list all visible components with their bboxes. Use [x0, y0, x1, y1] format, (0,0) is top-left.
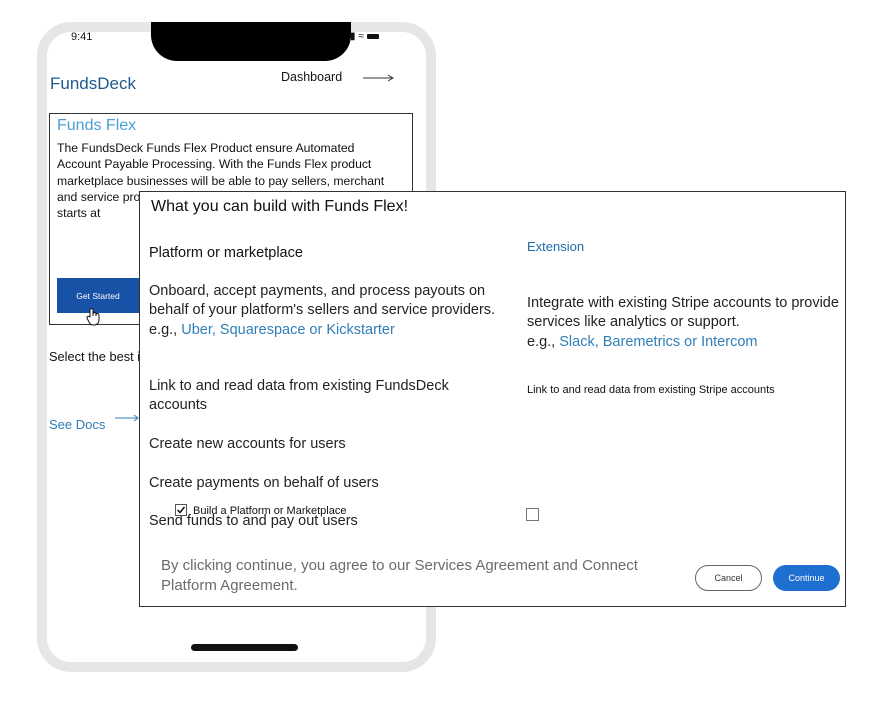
extension-column-heading: Extension — [527, 239, 585, 254]
card-title: Funds Flex — [57, 117, 137, 134]
extension-description: Integrate with existing Stripe accounts … — [527, 294, 847, 352]
wifi-icon: ≈ — [358, 31, 365, 42]
brand-title: FundsDeck — [50, 74, 136, 93]
phone-notch — [151, 22, 351, 61]
arrow-right-icon — [363, 74, 394, 82]
see-docs-link[interactable]: See Docs — [49, 417, 105, 432]
extension-feature-link-read: Link to and read data from existing Stri… — [527, 384, 775, 396]
platform-feature-create-payments: Create payments on behalf of users — [149, 475, 379, 491]
hand-pointer-icon — [86, 308, 100, 326]
battery-icon — [367, 34, 380, 39]
platform-description: Onboard, accept payments, and process pa… — [149, 282, 509, 340]
platform-checkbox[interactable] — [175, 504, 187, 516]
modal-title: What you can build with Funds Flex! — [151, 198, 409, 215]
extension-example-prefix: e.g., — [527, 333, 560, 350]
home-indicator — [191, 644, 298, 651]
status-time: 9:41 — [71, 31, 93, 43]
checkmark-icon — [176, 506, 186, 514]
agreement-text: By clicking continue, you agree to our S… — [161, 557, 638, 594]
platform-checkbox-label[interactable]: Build a Platform or Marketplace — [193, 505, 346, 517]
arrow-right-icon — [115, 414, 139, 422]
platform-feature-link-read: Link to and read data from existing Fund… — [149, 378, 449, 414]
extension-example-links[interactable]: Slack, Baremetrics or Intercom — [559, 334, 757, 350]
signal-icon: ▮ — [350, 31, 356, 42]
platform-description-text: Onboard, accept payments, and process pa… — [149, 283, 496, 319]
platform-feature-create-accounts: Create new accounts for users — [149, 436, 346, 452]
status-icons: ▮ ≈ — [350, 31, 380, 42]
extension-checkbox[interactable] — [526, 508, 539, 521]
extension-description-text: Integrate with existing Stripe accounts … — [527, 295, 839, 331]
nav-dashboard-link[interactable]: Dashboard — [281, 70, 342, 84]
select-plan-text: Select the best integration plan — [49, 349, 144, 364]
platform-column-heading: Platform or marketplace — [149, 245, 303, 261]
continue-button[interactable]: Continue — [773, 565, 840, 591]
cancel-button[interactable]: Cancel — [695, 565, 762, 591]
platform-example-links[interactable]: Uber, Squarespace or Kickstarter — [181, 322, 395, 338]
platform-example-prefix: e.g., — [149, 321, 182, 338]
